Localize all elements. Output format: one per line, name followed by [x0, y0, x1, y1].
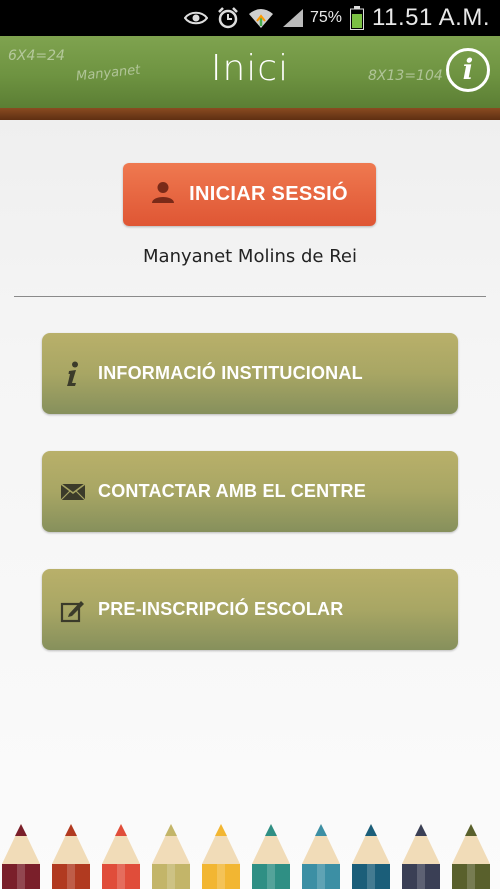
menu-item-label: CONTACTAR AMB EL CENTRE: [98, 481, 366, 501]
battery-icon: [350, 6, 365, 30]
edit-icon: [59, 596, 87, 624]
pencil-lead: [315, 824, 327, 836]
header-wood-border: [0, 108, 500, 120]
pencil-highlight: [117, 864, 125, 889]
info-icon: i: [462, 53, 474, 86]
pencil-lead: [415, 824, 427, 836]
menu-item-label: INFORMACIÓ INSTITUCIONAL: [98, 363, 363, 383]
signal-icon: [282, 8, 304, 28]
user-icon: [151, 181, 175, 208]
pencil-lead: [165, 824, 177, 836]
pencil-lead: [15, 824, 27, 836]
app-header: 6X4=24 Manyanet 8X13=104 Inici i: [0, 36, 500, 108]
battery-percent: 75%: [310, 9, 343, 26]
pencil-lead: [215, 824, 227, 836]
contact-center-button[interactable]: CONTACTAR AMB EL CENTRE: [42, 451, 458, 532]
school-name: Manyanet Molins de Rei: [143, 246, 357, 267]
pencil-lead: [465, 824, 477, 836]
pencil-highlight: [317, 864, 325, 889]
divider: [14, 296, 486, 297]
status-bar: 75% 11.51 A.M.: [0, 0, 500, 36]
page-title: Inici: [210, 48, 290, 89]
pencil-highlight: [467, 864, 475, 889]
menu-item-label: PRE-INSCRIPCIÓ ESCOLAR: [98, 599, 344, 619]
pencil-highlight: [17, 864, 25, 889]
login-button-label: INICIAR SESSIÓ: [189, 183, 348, 205]
pencil-highlight: [217, 864, 225, 889]
envelope-icon: [59, 478, 87, 506]
pencil-lead: [265, 824, 277, 836]
pencil-lead: [365, 824, 377, 836]
pencil-lead: [65, 824, 77, 836]
eye-icon: [184, 10, 208, 26]
clock: 11.51 A.M.: [372, 4, 490, 31]
pencil-highlight: [417, 864, 425, 889]
pencil-highlight: [267, 864, 275, 889]
wifi-icon: [248, 7, 274, 29]
institutional-info-button[interactable]: INFORMACIÓ INSTITUCIONAL: [42, 333, 458, 414]
pencil-highlight: [167, 864, 175, 889]
pre-registration-button[interactable]: PRE-INSCRIPCIÓ ESCOLAR: [42, 569, 458, 650]
login-button[interactable]: INICIAR SESSIÓ: [123, 163, 376, 226]
info-button[interactable]: i: [446, 48, 490, 92]
pencil-highlight: [67, 864, 75, 889]
alarm-icon: [216, 6, 240, 30]
info-icon: [59, 360, 87, 388]
pencils-decoration: [2, 824, 490, 889]
pencil-lead: [115, 824, 127, 836]
pencil-highlight: [367, 864, 375, 889]
